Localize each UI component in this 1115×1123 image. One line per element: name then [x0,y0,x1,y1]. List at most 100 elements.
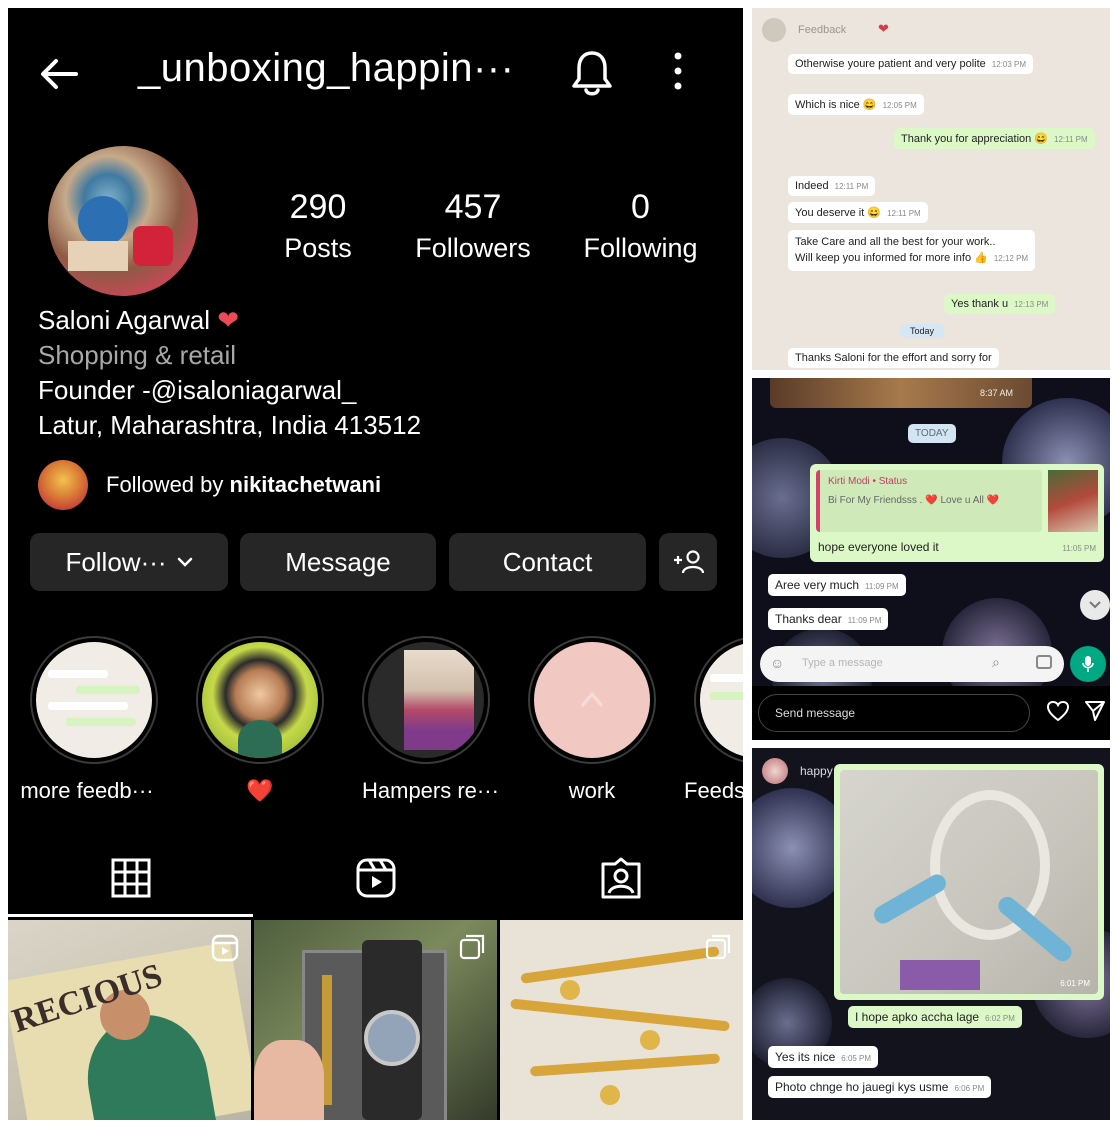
heart-outline-icon[interactable] [1046,700,1070,722]
stat-following-label: Following [583,233,698,263]
stat-followers[interactable]: 457 Followers [408,188,538,264]
message-time: 8:37 AM [980,388,1014,398]
microphone-icon [1082,656,1094,672]
chevron-down-icon [1089,601,1101,609]
active-tab-indicator [8,914,253,917]
highlight-more-feedback[interactable]: more feedb··· [20,636,158,804]
reply-quote: Bi For My Friendsss . ❤️ Love u All ❤️ [828,495,1000,506]
chevron-down-icon [177,557,192,567]
add-person-icon [674,550,705,574]
tagged-icon [601,857,640,899]
input-placeholder: Type a message [802,657,883,669]
send-message-input[interactable]: Send message [758,694,1030,732]
chat-message: Aree very much 11:09 PM [768,574,906,596]
instagram-profile: _unboxing_happin··· 290 Posts 457 Follow… [8,8,743,1120]
reel-badge-icon [211,934,239,962]
reply-sender: Kirti Modi • Status [828,476,908,487]
back-arrow-icon[interactable] [36,50,84,98]
chat-message: Indeed 12:11 PM [788,176,876,196]
avatar [762,758,788,784]
chat-screenshot-feedback: Feedback ❤ Otherwise youre patient and v… [752,8,1110,370]
followed-by-user: nikitachetwani [229,472,382,497]
camera-icon[interactable] [1036,655,1052,669]
highlight-label: Hampers re··· [362,778,499,803]
suggested-users-button[interactable] [659,533,717,591]
reply-text: hope everyone loved it [818,540,939,554]
chat-screenshot-happy-customers: happy customers 6:01 PM I hope apko acch… [752,748,1110,1120]
stat-following-value: 0 [631,188,650,226]
chat-title: Feedback [798,24,847,36]
message-time: 6:01 PM [1060,979,1090,988]
tab-tagged[interactable] [498,838,743,918]
message-input[interactable]: ☺ Type a message ⌕ [760,646,1064,682]
profile-username: _unboxing_happin··· [138,46,515,90]
stat-posts-value: 290 [289,188,347,226]
top-bar: _unboxing_happin··· [8,8,743,128]
chat-message: Take Care and all the best for your work… [788,230,1036,271]
status-reply-message: Kirti Modi • Status Bi For My Friendsss … [810,464,1104,562]
avatar [762,18,786,42]
chat-message: Yes thank u 12:13 PM [944,294,1056,314]
carousel-icon [705,934,731,960]
message-button[interactable]: Message [240,533,436,591]
date-chip: Today [900,324,945,338]
highlight-heart[interactable]: ❤️ [196,636,324,804]
more-options-icon[interactable] [671,50,685,94]
follower-avatar [38,460,88,510]
notification-bell-icon[interactable] [570,48,614,98]
heart-icon: ❤ [878,21,889,36]
highlight-work[interactable]: work [528,636,656,804]
chat-message: Yes its nice 6:05 PM [768,1046,879,1068]
bio-founder-line[interactable]: Founder -@isaloniagarwal_ [38,373,421,408]
highlight-label: Feeds [684,778,743,803]
tab-grid[interactable] [8,838,253,918]
date-chip: TODAY [908,424,956,443]
mic-button[interactable] [1070,646,1106,682]
chat-message: I hope apko accha lage 6:02 PM [848,1006,1022,1028]
bio-location-line[interactable]: Latur, Maharashtra, India 413512 [38,408,421,443]
followed-by[interactable]: Followed by nikitachetwani [38,460,381,510]
contact-button[interactable]: Contact [449,533,646,591]
heart-icon: ❤ [217,305,240,335]
stat-following[interactable]: 0 Following [573,188,708,264]
post-thumbnail[interactable] [254,920,497,1120]
chat-message: Thank you for appreciation 😄 12:11 PM [894,128,1095,149]
chat-message: Thanks dear 11:09 PM [768,608,889,630]
highlight-label: more feedb··· [20,778,154,803]
follow-button[interactable]: Follow··· [30,533,228,591]
stat-posts-label: Posts [284,233,352,263]
profile-category: Shopping & retail [38,340,237,370]
profile-bio: Saloni Agarwal ❤ Shopping & retail Found… [38,303,421,443]
send-placeholder: Send message [775,706,856,720]
attach-icon[interactable]: ⌕ [992,654,1000,671]
tab-reels[interactable] [253,838,498,918]
scroll-down-button[interactable] [1080,590,1110,620]
chat-message: Thanks Saloni for the effort and sorry f… [788,348,999,368]
grid-icon [111,858,150,898]
chat-message: Which is nice 😄 12:05 PM [788,94,924,115]
message-time: 11:05 PM [1062,544,1096,553]
chat-message: Otherwise youre patient and very polite 1… [788,54,1034,74]
post-thumbnail[interactable] [500,920,743,1120]
post-thumbnail[interactable]: RECIOUS [8,920,251,1120]
highlight-feedback[interactable]: Feeds [684,636,743,804]
profile-name: Saloni Agarwal [38,305,210,335]
stat-followers-value: 457 [444,188,502,226]
follow-button-label: Follow··· [65,546,167,577]
highlight-hampers-review[interactable]: Hampers re··· [362,636,499,804]
profile-tabs [8,838,743,918]
profile-avatar[interactable] [48,146,198,296]
chat-message: Photo chnge ho jauegi kys usme 6:06 PM [768,1076,992,1098]
chat-screenshot-status-reply: 8:37 AM TODAY Kirti Modi • Status Bi For… [752,378,1110,740]
stat-posts[interactable]: 290 Posts [270,188,366,264]
photo-message: 6:01 PM [834,764,1104,1000]
stat-followers-label: Followers [415,233,531,263]
highlight-label: work [568,778,616,803]
reels-icon [356,858,395,898]
send-icon[interactable] [1084,700,1106,722]
followed-by-prefix: Followed by [106,472,224,497]
carousel-icon [459,934,485,960]
highlight-label: ❤️ [246,778,274,803]
chat-message: You deserve it 😄 12:11 PM [788,202,928,223]
emoji-icon[interactable]: ☺ [770,655,784,671]
